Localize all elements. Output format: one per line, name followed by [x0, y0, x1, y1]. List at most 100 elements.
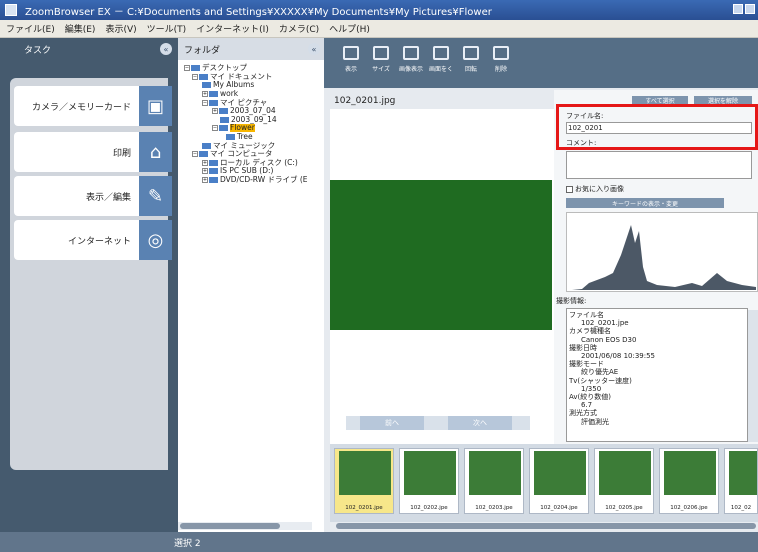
- folder-icon: [219, 125, 228, 132]
- folder-icon: [202, 142, 211, 149]
- collapse-task-icon[interactable]: «: [160, 43, 172, 55]
- thumbnail-image: [599, 451, 651, 495]
- thumbnail-item[interactable]: 102_02: [724, 448, 758, 514]
- compare-icon: [433, 46, 449, 60]
- collapse-folder-icon[interactable]: «: [308, 43, 320, 55]
- folder-icon: [209, 99, 218, 106]
- prev-button[interactable]: 前へ: [360, 416, 424, 430]
- tool-label: 画面をく: [428, 66, 453, 73]
- tool-image-view[interactable]: 画像表示: [396, 38, 426, 88]
- menu-internet[interactable]: インターネット(I): [196, 22, 269, 35]
- tool-label: 回転: [464, 66, 477, 73]
- folder-header: フォルダ «: [178, 38, 324, 60]
- expand-icon[interactable]: −: [212, 125, 218, 132]
- next-button[interactable]: 次へ: [448, 416, 512, 430]
- menu-file[interactable]: ファイル(E): [6, 22, 55, 35]
- task-view-edit[interactable]: 表示／編集: [14, 176, 139, 216]
- expand-icon[interactable]: −: [192, 151, 198, 158]
- tool-label: 画像表示: [398, 66, 423, 73]
- image-icon: [403, 46, 419, 60]
- edit-icon[interactable]: ✎: [139, 176, 172, 216]
- folder-icon: [209, 91, 218, 98]
- folder-label: DVD/CD-RW ドライブ (E: [220, 175, 308, 185]
- histogram-chart: [572, 225, 756, 290]
- folder-icon: [226, 134, 235, 141]
- expand-icon[interactable]: −: [202, 99, 208, 106]
- menu-help[interactable]: ヘルプ(H): [329, 22, 370, 35]
- tool-delete[interactable]: 削除: [486, 38, 516, 88]
- info-line: 2001/06/08 10:39:55: [581, 352, 656, 361]
- tool-label: サイズ: [372, 66, 390, 73]
- menu-tools[interactable]: ツール(T): [147, 22, 187, 35]
- tool-label: 表示: [344, 66, 357, 73]
- favorite-checkbox[interactable]: [566, 185, 573, 193]
- expand-icon[interactable]: +: [202, 168, 208, 175]
- folder-panel: フォルダ « − デスクトップ − マイ ドキュメント My Albums + wor…: [178, 38, 324, 532]
- thumbnail-image: [404, 451, 456, 495]
- scroll-thumb[interactable]: [180, 523, 280, 529]
- keyword-button[interactable]: キーワードの表示・変更: [566, 198, 724, 208]
- folder-icon: [220, 116, 229, 123]
- tool-size[interactable]: サイズ: [366, 38, 396, 88]
- shooting-info: ファイル名 102_0201.jpe カメラ機種名 Canon EOS D30 …: [566, 308, 748, 442]
- tree-node[interactable]: My Albums: [178, 81, 324, 90]
- thumbnail-image: [469, 451, 521, 495]
- thumbnail-image: [534, 451, 586, 495]
- tool-label: 削除: [494, 66, 507, 73]
- info-line: 測光方式: [569, 409, 597, 418]
- info-line: 評価測光: [581, 417, 609, 426]
- thumbnail-item[interactable]: 102_0202.jpe: [399, 448, 459, 514]
- folder-scrollbar[interactable]: [178, 522, 312, 530]
- minimize-icon[interactable]: [733, 4, 743, 14]
- thumbnail-caption: 102_0206.jpe: [670, 505, 708, 511]
- info-line: 撮影日時: [569, 343, 597, 352]
- thumbnail-caption: 102_0202.jpe: [410, 505, 448, 511]
- globe-icon[interactable]: ◎: [139, 220, 172, 260]
- thumbnail-size-icon: [373, 46, 389, 60]
- menu-camera[interactable]: カメラ(C): [279, 22, 319, 35]
- drive-icon: [209, 177, 218, 184]
- expand-icon[interactable]: +: [202, 91, 208, 98]
- task-label: 印刷: [112, 148, 131, 159]
- info-line: ファイル名: [569, 311, 604, 319]
- photo-preview: [330, 180, 552, 330]
- task-camera-memory[interactable]: カメラ／メモリーカード: [14, 86, 139, 126]
- scroll-thumb[interactable]: [336, 523, 756, 529]
- thumbnail-item[interactable]: 102_0203.jpe: [464, 448, 524, 514]
- comment-field[interactable]: [566, 151, 752, 179]
- thumbnail-item[interactable]: 102_0204.jpe: [529, 448, 589, 514]
- maximize-icon[interactable]: [745, 4, 755, 14]
- task-label: インターネット: [67, 236, 131, 247]
- expand-icon[interactable]: −: [184, 65, 190, 72]
- menu-edit[interactable]: 編集(E): [65, 22, 96, 35]
- thumbnail-scrollbar[interactable]: [330, 522, 758, 530]
- task-label: カメラ／メモリーカード: [31, 102, 131, 113]
- tool-compare[interactable]: 画面をく: [426, 38, 456, 88]
- tool-rotate[interactable]: 回転: [456, 38, 486, 88]
- expand-icon[interactable]: +: [212, 108, 218, 115]
- favorite-option[interactable]: お気に入り画像: [566, 184, 624, 194]
- folder-tree: − デスクトップ − マイ ドキュメント My Albums + work − マイ ピ…: [178, 60, 324, 184]
- tool-display[interactable]: 表示: [336, 38, 366, 88]
- camera-icon[interactable]: ▣: [139, 86, 172, 126]
- thumbnail-image: [729, 451, 757, 495]
- info-scrollbar[interactable]: [748, 310, 758, 442]
- thumbnail-item[interactable]: 102_0205.jpe: [594, 448, 654, 514]
- printer-icon[interactable]: ⌂: [139, 132, 172, 172]
- menu-view[interactable]: 表示(V): [105, 22, 136, 35]
- thumbnail-item[interactable]: 102_0206.jpe: [659, 448, 719, 514]
- folder-icon: [199, 73, 208, 80]
- task-label: 表示／編集: [85, 192, 131, 203]
- thumbnail-item[interactable]: 102_0201.jpe: [334, 448, 394, 514]
- expand-icon[interactable]: −: [192, 73, 198, 80]
- thumbnail-caption: 102_0205.jpe: [605, 505, 643, 511]
- task-internet[interactable]: インターネット: [14, 220, 139, 260]
- expand-icon[interactable]: +: [202, 177, 208, 184]
- thumbnail-caption: 102_02: [730, 505, 752, 511]
- folder-icon: [191, 65, 200, 72]
- expand-icon[interactable]: +: [202, 159, 208, 166]
- task-print[interactable]: 印刷: [14, 132, 139, 172]
- thumbnail-caption: 102_0203.jpe: [475, 505, 513, 511]
- tree-node[interactable]: + DVD/CD-RW ドライブ (E: [178, 176, 324, 185]
- title-bar: ZoomBrowser EX － C:¥Documents and Settin…: [0, 0, 758, 20]
